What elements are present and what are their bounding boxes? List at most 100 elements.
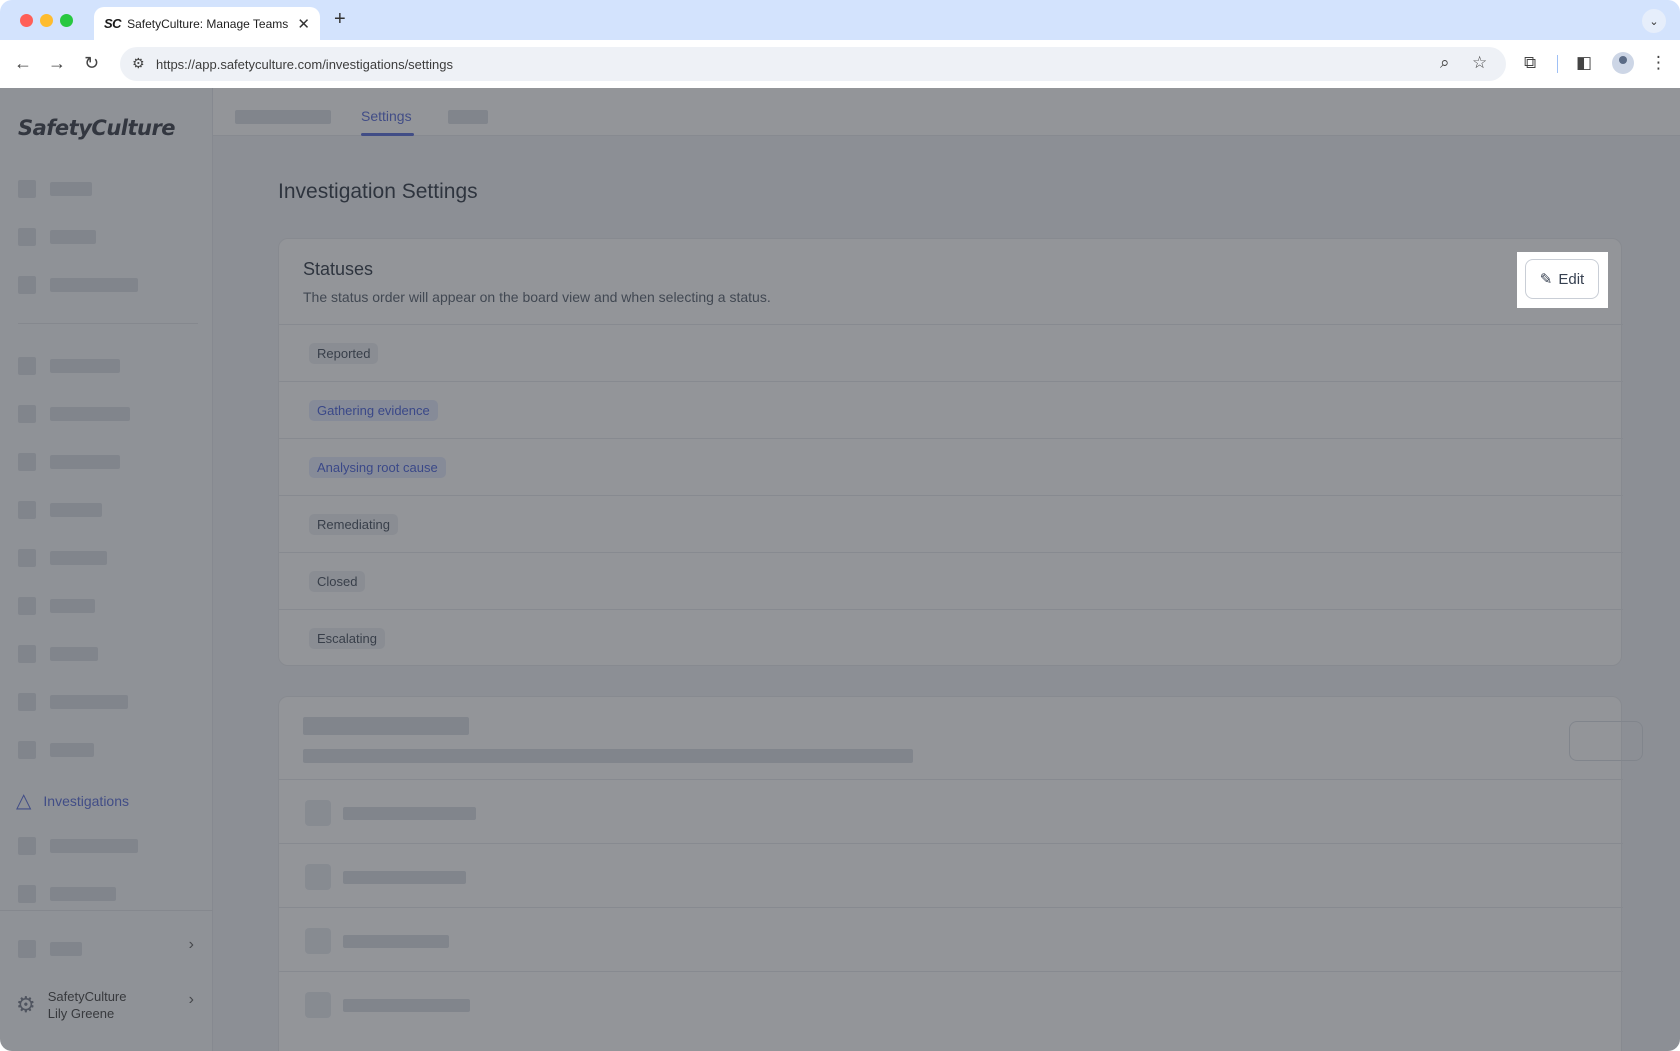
sidebar-item[interactable] <box>18 228 96 246</box>
sidebar-item[interactable] <box>18 180 92 198</box>
browser-menu-icon[interactable]: ⋮ <box>1650 53 1667 73</box>
sidebar: SafetyCulture △ Investigations › ⚙ Safet… <box>0 88 213 1051</box>
sidebar-item-label-placeholder <box>50 839 138 853</box>
statuses-card-title: Statuses <box>303 259 374 279</box>
gear-icon: ⚙ <box>16 992 36 1017</box>
list-item-icon <box>305 992 331 1018</box>
sidebar-item-icon <box>18 597 36 615</box>
browser-toolbar: ← → ↻ ⚙ https://app.safetyculture.com/in… <box>0 40 1680 88</box>
minimize-window-button[interactable] <box>40 14 53 27</box>
status-row: Escalating <box>279 609 1623 666</box>
sidebar-item[interactable] <box>18 405 130 423</box>
edit-button-label: Edit <box>1558 270 1585 288</box>
sidebar-item[interactable] <box>18 741 94 759</box>
status-pill: Escalating <box>309 628 385 649</box>
maximize-window-button[interactable] <box>60 14 73 27</box>
safetyculture-favicon-icon: SC <box>104 16 122 31</box>
sidebar-item-expandable[interactable] <box>18 940 198 958</box>
forward-arrow-icon[interactable]: → <box>48 53 66 74</box>
sidebar-item-label-placeholder <box>50 647 98 661</box>
pencil-icon: ✎ <box>1539 271 1553 288</box>
tab-close-icon[interactable]: ✕ <box>297 15 310 33</box>
organization-switcher[interactable]: ⚙ SafetyCulture Lily Greene <box>16 988 127 1022</box>
sidebar-item-icon <box>18 940 36 958</box>
side-panel-icon[interactable]: ◧ <box>1576 53 1592 73</box>
close-window-button[interactable] <box>20 14 33 27</box>
sidebar-item[interactable] <box>18 357 120 375</box>
back-arrow-icon[interactable]: ← <box>14 53 32 74</box>
extensions-puzzle-icon[interactable]: ⧉ <box>1524 53 1536 73</box>
status-pill: Reported <box>309 343 379 364</box>
sidebar-item-icon <box>18 693 36 711</box>
sidebar-item-icon <box>18 276 36 294</box>
tab-title: SafetyCulture: Manage Teams and... <box>127 16 291 31</box>
status-row: Analysing root cause <box>279 438 1623 495</box>
tab-placeholder[interactable] <box>448 110 488 124</box>
status-pill: Analysing root cause <box>309 457 446 478</box>
list-item-label-placeholder <box>343 999 470 1012</box>
profile-avatar-icon[interactable] <box>1612 52 1634 74</box>
url-text: https://app.safetyculture.com/investigat… <box>156 57 453 72</box>
organization-name: SafetyCulture <box>47 989 127 1004</box>
card-subtitle-placeholder <box>303 749 913 763</box>
sidebar-item-label-placeholder <box>50 455 120 469</box>
list-item <box>279 971 1623 1035</box>
status-row: Gathering evidence <box>279 381 1623 438</box>
sidebar-item-label-placeholder <box>50 182 92 196</box>
sidebar-item-label-placeholder <box>50 407 130 421</box>
list-item-icon <box>305 928 331 954</box>
sidebar-item-label-placeholder <box>50 551 107 565</box>
address-bar[interactable]: ⚙ https://app.safetyculture.com/investig… <box>120 47 1506 81</box>
edit-statuses-button[interactable]: ✎ Edit <box>1525 259 1599 299</box>
sidebar-item-icon <box>18 837 36 855</box>
sidebar-item-label-placeholder <box>50 359 120 373</box>
site-settings-icon[interactable]: ⚙ <box>132 55 145 72</box>
sidebar-item[interactable] <box>18 885 116 903</box>
main-content: Investigation Settings Statuses The stat… <box>213 136 1680 1051</box>
sidebar-item-icon <box>18 741 36 759</box>
sidebar-item-icon <box>18 549 36 567</box>
tab-strip: SC SafetyCulture: Manage Teams and... ✕ … <box>0 0 1680 40</box>
statuses-card-subtitle: The status order will appear on the boar… <box>303 289 771 305</box>
status-row: Reported <box>279 324 1623 381</box>
sidebar-item[interactable] <box>18 276 138 294</box>
tab-placeholder[interactable] <box>235 110 331 124</box>
sidebar-item-investigations[interactable]: △ Investigations <box>16 788 129 813</box>
bookmark-star-icon[interactable]: ☆ <box>1472 53 1487 73</box>
sidebar-item[interactable] <box>18 597 95 615</box>
investigations-triangle-icon: △ <box>16 790 32 812</box>
chevron-right-icon[interactable]: › <box>189 936 194 954</box>
sidebar-item-label-placeholder <box>50 695 128 709</box>
statuses-card: Statuses The status order will appear on… <box>278 238 1623 666</box>
sidebar-item[interactable] <box>18 693 128 711</box>
card-action-button-placeholder[interactable] <box>1569 721 1643 761</box>
sidebar-item-label-placeholder <box>50 503 102 517</box>
sidebar-item-icon <box>18 228 36 246</box>
browser-tab-active[interactable]: SC SafetyCulture: Manage Teams and... ✕ <box>94 7 320 40</box>
tab-search-chevron-down-icon[interactable]: ⌄ <box>1642 9 1666 33</box>
sidebar-item-icon <box>18 501 36 519</box>
sidebar-item[interactable] <box>18 837 138 855</box>
sidebar-item[interactable] <box>18 549 107 567</box>
sidebar-item-label: Investigations <box>43 792 129 809</box>
list-item-label-placeholder <box>343 935 449 948</box>
new-tab-button[interactable]: + <box>334 8 346 31</box>
sidebar-item-label-placeholder <box>50 743 94 757</box>
safetyculture-logo[interactable]: SafetyCulture <box>18 116 176 140</box>
zoom-icon[interactable]: ⌕ <box>1440 53 1450 73</box>
list-item-icon <box>305 800 331 826</box>
sidebar-item[interactable] <box>18 501 102 519</box>
list-item <box>279 907 1623 971</box>
tab-settings[interactable]: Settings <box>361 108 412 124</box>
toolbar-divider <box>1557 55 1558 73</box>
chevron-right-icon[interactable]: › <box>189 991 194 1009</box>
sidebar-item[interactable] <box>18 453 120 471</box>
sidebar-item-icon <box>18 453 36 471</box>
reload-icon[interactable]: ↻ <box>84 53 99 74</box>
list-item-label-placeholder <box>343 807 476 820</box>
card-title-placeholder <box>303 717 469 735</box>
list-item-icon <box>305 864 331 890</box>
page-title: Investigation Settings <box>278 180 478 203</box>
sidebar-item[interactable] <box>18 645 98 663</box>
status-row: Remediating <box>279 495 1623 552</box>
